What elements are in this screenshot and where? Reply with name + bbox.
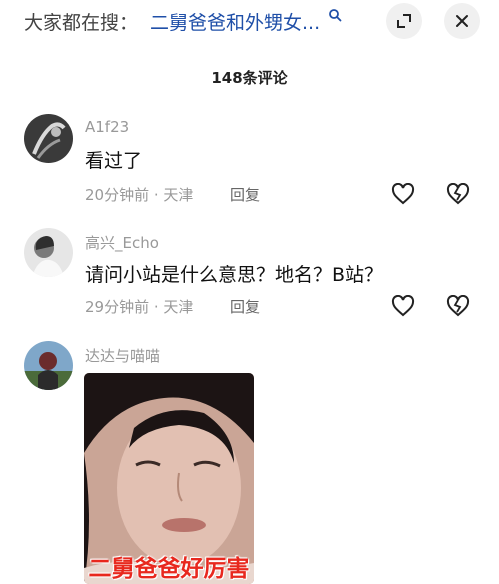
comment-username[interactable]: 高兴_Echo — [85, 232, 159, 253]
expand-button[interactable] — [386, 3, 422, 39]
search-prefix-label: 大家都在搜： — [24, 12, 139, 34]
comment-meta: 29分钟前 · 天津 — [85, 296, 193, 317]
meta-separator: · — [153, 186, 164, 204]
search-icon[interactable] — [328, 8, 342, 22]
meta-separator: · — [153, 298, 164, 316]
avatar[interactable] — [24, 228, 73, 277]
comment-username[interactable]: A1f23 — [85, 118, 129, 136]
like-heart-icon[interactable] — [391, 295, 415, 317]
like-heart-icon[interactable] — [391, 183, 415, 205]
reply-button[interactable]: 回复 — [230, 296, 260, 317]
close-button[interactable] — [444, 3, 480, 39]
avatar[interactable] — [24, 341, 73, 390]
dislike-broken-heart-icon[interactable] — [446, 295, 470, 317]
reply-button[interactable]: 回复 — [230, 184, 260, 205]
search-query-link[interactable]: 二舅爸爸和外甥女... — [150, 8, 320, 35]
expand-icon — [397, 14, 411, 28]
close-icon — [456, 15, 468, 27]
comment-meta: 20分钟前 · 天津 — [85, 184, 193, 205]
comment-time: 20分钟前 — [85, 186, 150, 204]
avatar[interactable] — [24, 114, 73, 163]
comment-location: 天津 — [163, 298, 194, 316]
comment-location: 天津 — [163, 186, 194, 204]
comment-text: 看过了 — [85, 150, 143, 172]
comment-count: 148条评论 — [211, 69, 288, 87]
comment-time: 29分钟前 — [85, 298, 150, 316]
top-bar: 大家都在搜： 二舅爸爸和外甥女... — [0, 0, 499, 44]
comment-text: 请问小站是什么意思？地名？B站？ — [85, 264, 384, 286]
comment-meme-image[interactable]: 二舅爸爸好厉害 — [84, 373, 254, 584]
dislike-broken-heart-icon[interactable] — [446, 183, 470, 205]
meme-caption: 二舅爸爸好厉害 — [88, 556, 250, 582]
comment-username[interactable]: 达达与喵喵 — [85, 345, 160, 366]
